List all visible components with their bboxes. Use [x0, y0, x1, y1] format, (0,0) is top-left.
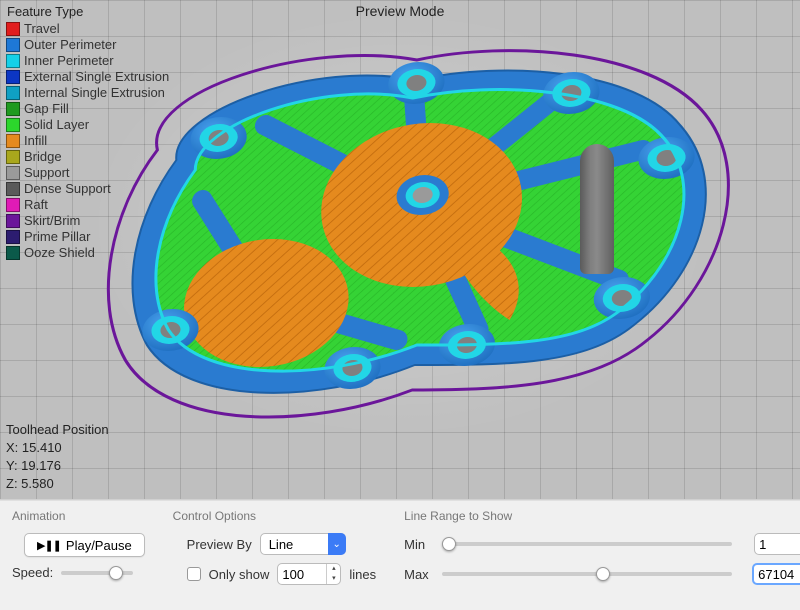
legend-label: Skirt/Brim: [24, 213, 80, 229]
legend-label: Solid Layer: [24, 117, 89, 133]
legend-swatch: [6, 150, 20, 164]
control-options-title: Control Options: [173, 509, 376, 523]
legend-label: Gap Fill: [24, 101, 69, 117]
only-show-count-input[interactable]: ▴▾: [277, 563, 341, 585]
feature-type-legend: Feature Type TravelOuter PerimeterInner …: [6, 4, 169, 261]
control-options-group: Control Options Preview By Line ⌄ Only s…: [173, 509, 376, 600]
only-show-label: Only show: [209, 567, 270, 582]
line-range-title: Line Range to Show: [404, 509, 800, 523]
legend-row: Skirt/Brim: [6, 213, 169, 229]
legend-swatch: [6, 38, 20, 52]
legend-row: Internal Single Extrusion: [6, 85, 169, 101]
min-value-input[interactable]: ▴▾: [754, 533, 800, 555]
legend-swatch: [6, 182, 20, 196]
legend-row: Bridge: [6, 149, 169, 165]
legend-label: Prime Pillar: [24, 229, 90, 245]
legend-swatch: [6, 22, 20, 36]
min-slider[interactable]: [442, 542, 732, 546]
control-panel: Animation ▶❚❚ Play/Pause Speed: Control …: [0, 500, 800, 610]
max-slider[interactable]: [442, 572, 732, 576]
legend-label: Outer Perimeter: [24, 37, 116, 53]
legend-row: Dense Support: [6, 181, 169, 197]
legend-swatch: [6, 54, 20, 68]
legend-label: Support: [24, 165, 70, 181]
legend-swatch: [6, 230, 20, 244]
animation-title: Animation: [12, 509, 145, 523]
legend-swatch: [6, 118, 20, 132]
legend-label: Inner Perimeter: [24, 53, 114, 69]
legend-swatch: [6, 70, 20, 84]
toolhead-x: X: 15.410: [6, 439, 109, 457]
legend-swatch: [6, 214, 20, 228]
legend-row: Raft: [6, 197, 169, 213]
preview-by-select[interactable]: Line: [260, 533, 346, 555]
legend-swatch: [6, 102, 20, 116]
legend-row: Ooze Shield: [6, 245, 169, 261]
support-pillar: [580, 144, 614, 274]
step-down-icon[interactable]: ▾: [327, 574, 340, 584]
speed-slider[interactable]: [61, 571, 133, 575]
toolhead-title: Toolhead Position: [6, 421, 109, 439]
legend-swatch: [6, 86, 20, 100]
legend-row: Prime Pillar: [6, 229, 169, 245]
legend-label: Internal Single Extrusion: [24, 85, 165, 101]
legend-swatch: [6, 134, 20, 148]
play-pause-button[interactable]: ▶❚❚ Play/Pause: [24, 533, 145, 557]
legend-swatch: [6, 246, 20, 260]
max-label: Max: [404, 567, 432, 582]
legend-label: Travel: [24, 21, 60, 37]
toolhead-z: Z: 5.580: [6, 475, 109, 493]
legend-title: Feature Type: [6, 4, 169, 20]
legend-label: Dense Support: [24, 181, 111, 197]
max-value-input[interactable]: ▴▾: [752, 563, 800, 585]
legend-row: Solid Layer: [6, 117, 169, 133]
only-show-checkbox[interactable]: [187, 567, 201, 581]
min-label: Min: [404, 537, 432, 552]
legend-swatch: [6, 166, 20, 180]
legend-label: Bridge: [24, 149, 62, 165]
legend-row: Support: [6, 165, 169, 181]
legend-label: Infill: [24, 133, 47, 149]
legend-row: External Single Extrusion: [6, 69, 169, 85]
legend-row: Inner Perimeter: [6, 53, 169, 69]
preview-by-label: Preview By: [187, 537, 252, 552]
legend-label: Ooze Shield: [24, 245, 95, 261]
animation-group: Animation ▶❚❚ Play/Pause Speed:: [12, 509, 145, 600]
preview-mode-title: Preview Mode: [356, 3, 445, 19]
model-preview: [90, 30, 770, 460]
toolhead-position: Toolhead Position X: 15.410 Y: 19.176 Z:…: [6, 421, 109, 493]
legend-row: Gap Fill: [6, 101, 169, 117]
legend-label: Raft: [24, 197, 48, 213]
toolhead-y: Y: 19.176: [6, 457, 109, 475]
speed-label: Speed:: [12, 565, 53, 580]
legend-row: Travel: [6, 21, 169, 37]
step-up-icon[interactable]: ▴: [327, 564, 340, 574]
line-range-group: Line Range to Show Min ▴▾ Max ▴▾: [404, 509, 800, 600]
legend-row: Outer Perimeter: [6, 37, 169, 53]
legend-row: Infill: [6, 133, 169, 149]
only-show-suffix: lines: [349, 567, 376, 582]
legend-swatch: [6, 198, 20, 212]
play-pause-icon: ▶❚❚: [37, 539, 61, 552]
legend-label: External Single Extrusion: [24, 69, 169, 85]
preview-viewport[interactable]: Preview Mode Feature Type TravelOuter Pe…: [0, 0, 800, 500]
